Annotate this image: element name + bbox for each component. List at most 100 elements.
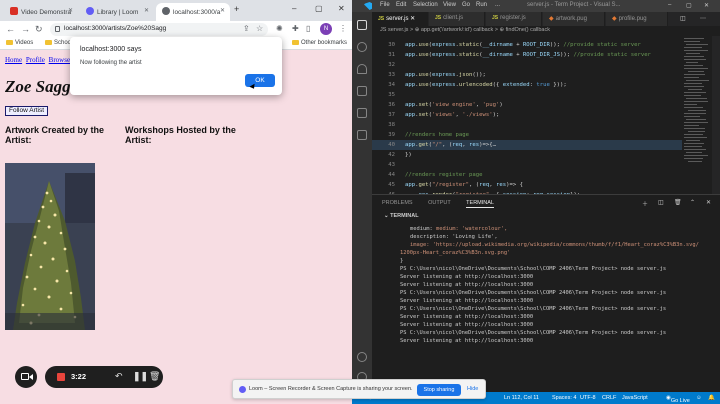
hide-banner-button[interactable]: Hide <box>467 386 478 392</box>
browser-tab-video[interactable]: Video Demonstra ✕ <box>4 3 78 21</box>
reload-icon[interactable]: ↻ <box>35 24 43 35</box>
explorer-icon[interactable] <box>357 20 367 30</box>
address-bar[interactable]: localhost:3000/artists/Zoe%20Sagg <box>50 23 268 36</box>
remote-explorer-icon[interactable] <box>357 130 367 140</box>
tab-terminal[interactable]: TERMINAL <box>466 200 494 208</box>
dialog-ok-button[interactable]: OK <box>245 74 275 87</box>
bookmark-videos[interactable]: Videos <box>6 40 33 46</box>
nav-link-home[interactable]: Home <box>5 56 22 64</box>
bookmark-label: Other bookmarks <box>301 40 348 46</box>
new-tab-button[interactable]: + <box>234 4 239 14</box>
bookmark-star-icon[interactable]: ☆ <box>256 24 263 33</box>
menu-view[interactable]: View <box>443 2 456 8</box>
line-number: 44 <box>388 172 395 178</box>
close-window-icon[interactable]: ✕ <box>338 4 345 13</box>
share-icon[interactable]: ⇪ <box>243 24 250 33</box>
stop-sharing-button[interactable]: Stop sharing <box>417 384 461 396</box>
source-control-icon[interactable] <box>357 64 367 74</box>
tab-output[interactable]: OUTPUT <box>428 200 451 206</box>
editor-tab-profile-pug[interactable]: ◆ profile.pug <box>606 12 668 26</box>
search-icon[interactable] <box>357 42 367 52</box>
stop-recording-icon[interactable] <box>57 373 65 381</box>
code-line: 37 app.set('views', './views'); <box>372 110 682 120</box>
line-number: 37 <box>388 112 395 118</box>
profile-avatar[interactable]: N <box>320 23 332 35</box>
camera-icon <box>21 373 29 380</box>
more-actions-icon[interactable]: ⋯ <box>700 15 706 22</box>
editor-tab-register-js[interactable]: JS register.js <box>486 12 542 26</box>
extensions-icon[interactable]: ✚ <box>292 24 299 33</box>
breadcrumb[interactable]: JS server.js > ⊕ app.get('/artwork/:id')… <box>372 26 720 36</box>
editor-tab-client-js[interactable]: JS client.js <box>429 12 485 26</box>
menu-more[interactable]: ... <box>495 2 500 8</box>
menu-selection[interactable]: Selection <box>413 2 438 8</box>
kill-terminal-icon[interactable]: 🗑 <box>674 199 682 206</box>
close-tab-icon[interactable]: ✕ <box>220 7 225 14</box>
extensions-icon[interactable] <box>357 108 367 118</box>
menu-go[interactable]: Go <box>462 2 470 8</box>
terminal-line: PS C:\Users\nicol\OneDrive\Documents\Sch… <box>400 266 667 272</box>
terminal-line: Server listening at http://localhost:300… <box>400 298 534 304</box>
menu-kebab-icon[interactable]: ⋮ <box>339 24 347 33</box>
terminal-line: Server listening at http://localhost:300… <box>400 274 534 280</box>
menu-edit[interactable]: Edit <box>396 2 406 8</box>
go-live-button[interactable]: ◉ Go Live <box>666 395 690 404</box>
encoding[interactable]: UTF-8 <box>580 395 596 401</box>
terminal-section-header[interactable]: ⌄ TERMINAL <box>384 213 419 219</box>
pause-icon[interactable]: ❚❚ <box>133 371 148 382</box>
browser-tab-loom[interactable]: Library | Loom ✕ <box>80 3 154 21</box>
artwork-heading: Artwork Created by the Artist: <box>5 125 105 145</box>
camera-toggle-button[interactable] <box>15 366 37 388</box>
split-editor-icon[interactable]: ◫ <box>680 15 686 22</box>
line-ending[interactable]: CRLF <box>602 395 616 401</box>
nav-link-profile[interactable]: Profile <box>26 56 45 64</box>
js-file-icon: JS <box>435 15 442 21</box>
indentation[interactable]: Spaces: 4 <box>552 395 576 401</box>
notifications-bell-icon[interactable]: 🔔 <box>708 395 715 401</box>
account-icon[interactable] <box>357 352 367 362</box>
language-mode[interactable]: JavaScript <box>622 395 648 401</box>
line-number: 42 <box>388 152 395 158</box>
info-icon[interactable] <box>55 26 60 32</box>
editor-tab-server-js[interactable]: JS server.js ✕ <box>372 12 428 26</box>
maximize-icon[interactable]: ▢ <box>315 4 323 13</box>
feedback-icon[interactable]: ☺ <box>696 395 702 401</box>
sidebar-icon[interactable]: ▯ <box>306 24 310 33</box>
maximize-icon[interactable]: ▢ <box>686 2 692 9</box>
follow-artist-button[interactable]: Follow Artist <box>5 106 49 116</box>
code-line: 39//renders home page <box>372 130 682 140</box>
forward-icon[interactable]: → <box>21 24 30 34</box>
minimize-icon[interactable]: – <box>292 4 296 13</box>
dialog-message: Now following the artist <box>80 60 142 66</box>
nav-link-browse[interactable]: Browse <box>49 56 70 64</box>
site-nav: Home Profile Browse <box>5 56 72 64</box>
split-terminal-icon[interactable]: ◫ <box>658 199 664 206</box>
restart-icon[interactable]: ↶ <box>115 371 123 382</box>
close-window-icon[interactable]: ✕ <box>704 2 709 9</box>
bookmark-school[interactable]: School <box>45 40 72 46</box>
editor-tab-artwork-pug[interactable]: ◆ artwork.pug <box>543 12 605 26</box>
maximize-panel-icon[interactable]: ⌃ <box>690 199 695 206</box>
code-editor[interactable]: 30 app.use(express.static(__dirname + ROO… <box>372 36 682 194</box>
loom-extension-icon[interactable]: ✺ <box>276 24 283 33</box>
delete-icon[interactable]: 🗑 <box>149 371 160 382</box>
editor-scrollbar[interactable] <box>712 36 720 194</box>
pug-file-icon: ◆ <box>549 16 554 22</box>
close-panel-icon[interactable]: ✕ <box>706 199 711 206</box>
minimize-icon[interactable]: – <box>668 2 671 8</box>
line-number: 36 <box>388 102 395 108</box>
browser-tab-localhost[interactable]: localhost:3000/a ✕ <box>156 3 230 21</box>
menu-file[interactable]: File <box>380 2 390 8</box>
minimap[interactable] <box>684 36 710 194</box>
close-tab-icon[interactable]: ✕ <box>410 16 415 22</box>
new-terminal-icon[interactable]: ＋ <box>642 199 648 208</box>
back-icon[interactable]: ← <box>6 24 15 34</box>
run-debug-icon[interactable] <box>357 86 367 96</box>
close-tab-icon[interactable]: ✕ <box>144 7 149 14</box>
artwork-thumbnail[interactable] <box>5 163 95 330</box>
menu-run[interactable]: Run <box>476 2 487 8</box>
tab-problems[interactable]: PROBLEMS <box>382 200 413 206</box>
cursor-position[interactable]: Ln 112, Col 11 <box>504 395 539 401</box>
close-tab-icon[interactable]: ✕ <box>68 7 73 14</box>
other-bookmarks[interactable]: Other bookmarks <box>292 40 347 46</box>
